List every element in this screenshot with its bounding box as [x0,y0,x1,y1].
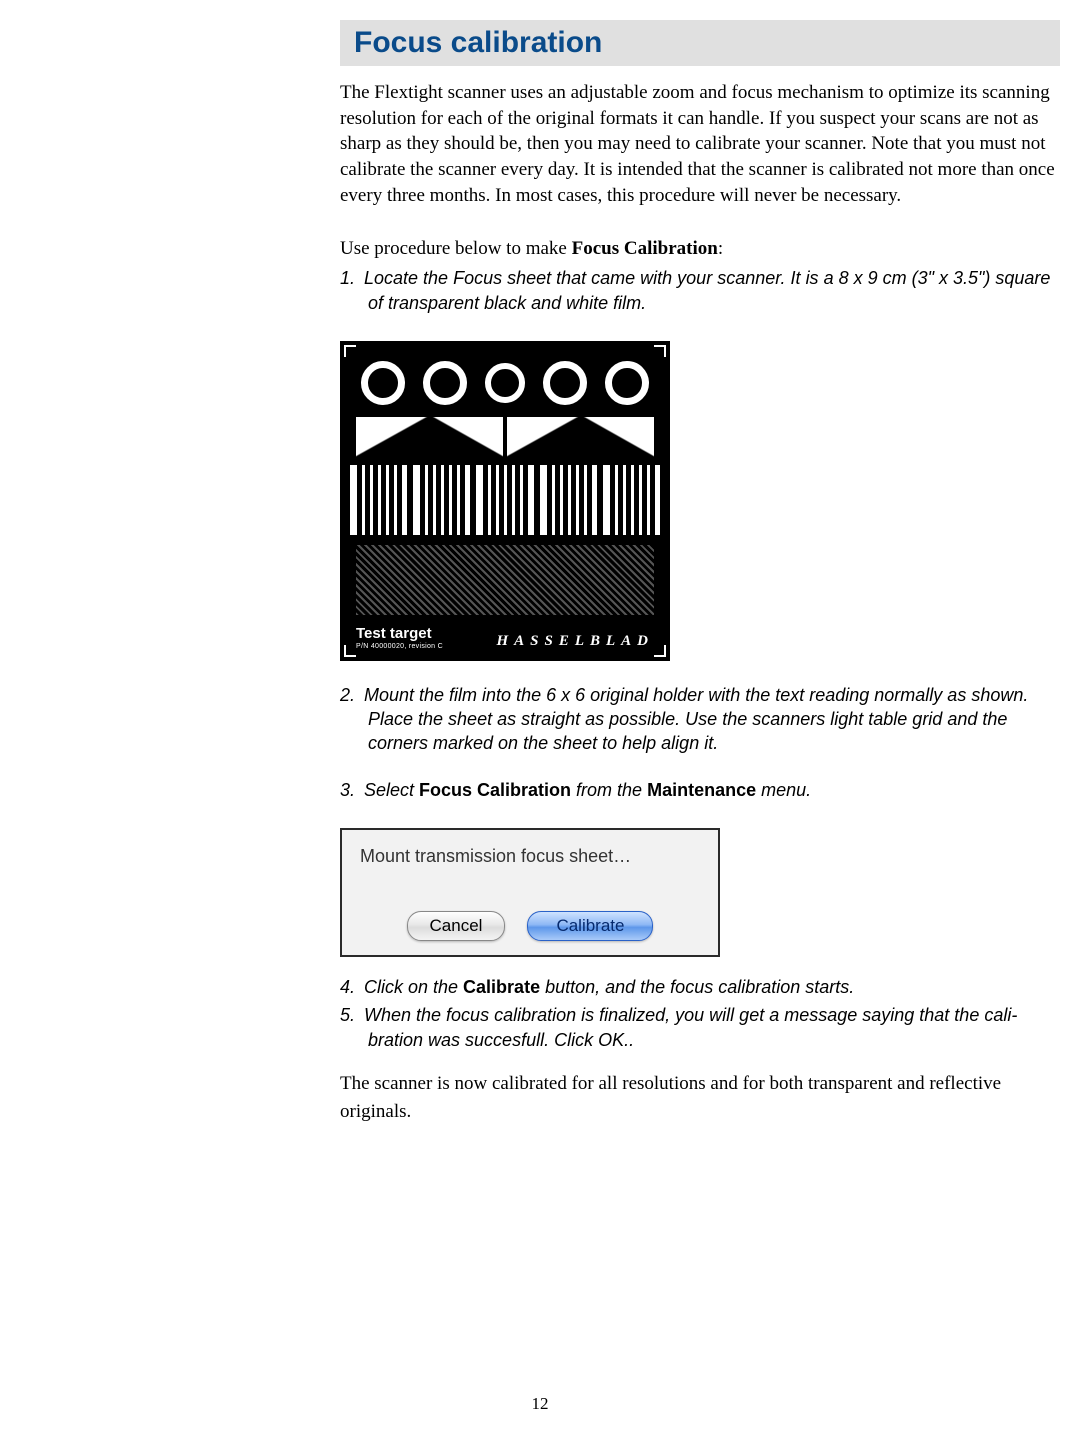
target-circles-row [352,355,658,411]
step-3: 3.Select Focus Calibration from the Main… [340,778,1060,802]
step-bold: Focus Calibration [419,780,571,800]
section-title: Focus calibration [354,26,1046,60]
step-bold: Calibrate [463,977,540,997]
bar-pattern-icon [603,465,660,535]
step-number: 5. [340,1003,364,1027]
target-brand: HASSELBLAD [496,633,654,650]
target-hatch-row [356,545,654,615]
target-wedges-row [356,417,654,457]
calibrate-button[interactable]: Calibrate [527,911,653,941]
closing-paragraph: The scanner is now calibrated for all re… [340,1070,1060,1127]
step-number: 2. [340,683,364,707]
lead-in-bold: Focus Calibration [572,238,718,259]
step-list-3: 3.Select Focus Calibration from the Main… [340,778,1060,802]
step-list-1: 1.Locate the Focus sheet that came with … [340,266,1060,315]
target-label-title: Test target [356,625,432,642]
dialog-figure: Mount transmission focus sheet… Cancel C… [340,828,1060,957]
step-text-pre: Select [364,780,419,800]
dialog-button-row: Cancel Calibrate [354,911,706,941]
intro-paragraph: The Flextight scanner uses an adjustable… [340,80,1060,208]
test-target-card: Test target P/N 40000020, revision C HAS… [340,341,670,661]
step-list-4: 4.Click on the Calibrate button, and the… [340,975,1060,1052]
page-number: 12 [0,1394,1080,1414]
step-text-pre: Click on the [364,977,463,997]
crop-mark-icon [654,645,666,657]
wedge-icon [507,417,579,457]
section-title-bar: Focus calibration [340,20,1060,66]
step-text-post: button, and the focus calibration starts… [540,977,854,997]
bar-pattern-icon [476,465,533,535]
wedge-icon [432,417,504,457]
crop-mark-icon [344,645,356,657]
dialog-message: Mount transmission focus sheet… [354,846,706,867]
step-number: 1. [340,266,364,290]
lead-in-post: : [718,238,723,259]
test-target-figure: Test target P/N 40000020, revision C HAS… [340,341,1060,661]
step-list-2: 2.Mount the film into the 6 x 6 original… [340,683,1060,756]
ring-icon [485,363,525,403]
crop-mark-icon [654,345,666,357]
step-text-post: menu. [756,780,811,800]
wedge-icon [356,417,428,457]
ring-icon [423,361,467,405]
step-number: 4. [340,975,364,999]
lead-in-pre: Use procedure below to make [340,238,572,259]
step-text: When the focus calibration is finalized,… [364,1005,1017,1049]
page: Focus calibration The Flextight scanner … [0,0,1080,1440]
cancel-button[interactable]: Cancel [407,911,506,941]
ring-icon [361,361,405,405]
step-number: 3. [340,778,364,802]
focus-dialog: Mount transmission focus sheet… Cancel C… [340,828,720,957]
target-part-number: P/N 40000020, revision C [356,643,443,650]
target-label-left: Test target P/N 40000020, revision C [356,625,443,650]
procedure-lead-in: Use procedure below to make Focus Calibr… [340,238,1060,260]
crop-mark-icon [344,345,356,357]
step-bold: Maintenance [647,780,756,800]
bar-pattern-icon [350,465,407,535]
ring-icon [543,361,587,405]
step-text: Locate the Focus sheet that came with yo… [364,268,1050,312]
step-4: 4.Click on the Calibrate button, and the… [340,975,1060,999]
bar-pattern-icon [413,465,470,535]
target-label-row: Test target P/N 40000020, revision C HAS… [350,625,660,652]
content-column: Focus calibration The Flextight scanner … [340,20,1060,1127]
wedge-icon [583,417,655,457]
step-1: 1.Locate the Focus sheet that came with … [340,266,1060,315]
bar-pattern-icon [540,465,597,535]
target-bars-row [350,465,660,535]
step-text-mid: from the [571,780,647,800]
step-text: Mount the film into the 6 x 6 original h… [364,685,1028,754]
ring-icon [605,361,649,405]
step-5: 5.When the focus calibration is finalize… [340,1003,1060,1052]
step-2: 2.Mount the film into the 6 x 6 original… [340,683,1060,756]
